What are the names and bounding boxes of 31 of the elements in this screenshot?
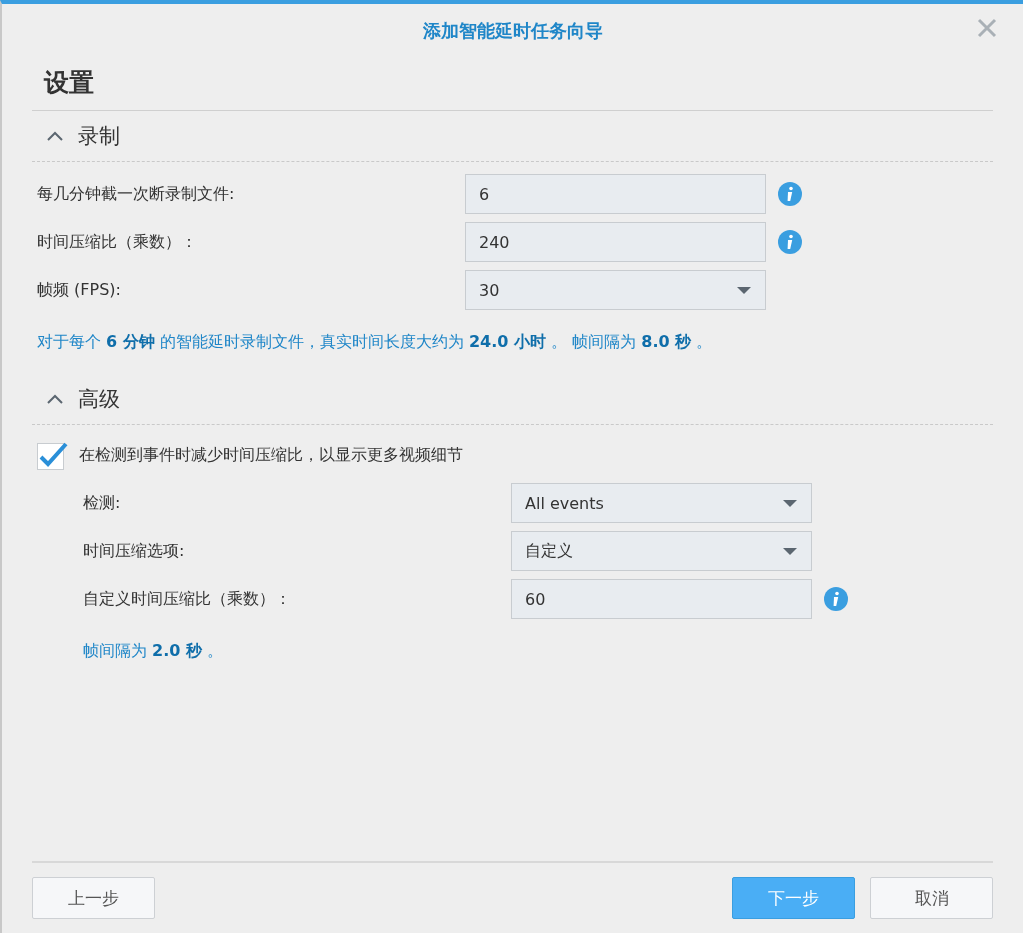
info-icon[interactable] <box>778 182 802 206</box>
field-label: 每几分钟截一次断录制文件: <box>37 183 236 205</box>
field-label: 自定义时间压缩比（乘数）： <box>83 588 292 610</box>
close-icon[interactable] <box>977 18 997 38</box>
field-label: 检测: <box>83 492 122 514</box>
checkbox-label: 在检测到事件时减少时间压缩比，以显示更多视频细节 <box>79 444 463 466</box>
input-field[interactable]: 6 <box>465 174 766 214</box>
input-field[interactable]: 60 <box>511 579 812 619</box>
section-title[interactable]: 高级 <box>78 385 120 413</box>
wizard-button[interactable]: 取消 <box>870 877 993 919</box>
info-text: 对于每个 6 分钟 的智能延时录制文件，真实时间长度大约为 24.0 小时 。 帧间隔为 8.0 秒 。 <box>37 332 714 353</box>
dropdown[interactable]: 自定义 <box>511 531 812 571</box>
window-title: 添加智能延时任务向导 <box>422 19 603 43</box>
dropdown[interactable]: All events <box>511 483 812 523</box>
caret-icon <box>783 499 797 507</box>
page-title: 设置 <box>44 67 95 99</box>
chevron-up-icon[interactable] <box>46 393 64 405</box>
caret-icon <box>737 286 751 294</box>
info-icon[interactable] <box>824 587 848 611</box>
section-title[interactable]: 录制 <box>78 122 120 150</box>
info-icon[interactable] <box>778 230 802 254</box>
chevron-up-icon[interactable] <box>46 130 64 142</box>
input-field[interactable]: 240 <box>465 222 766 262</box>
field-label: 帧频 (FPS): <box>37 279 122 301</box>
dropdown[interactable]: 30 <box>465 270 766 310</box>
info-text: 帧间隔为 2.0 秒 。 <box>83 641 225 662</box>
checkbox[interactable] <box>37 440 68 470</box>
wizard-button[interactable]: 上一步 <box>32 877 155 919</box>
field-label: 时间压缩选项: <box>83 540 186 562</box>
field-label: 时间压缩比（乘数）： <box>37 231 198 253</box>
caret-icon <box>783 547 797 555</box>
